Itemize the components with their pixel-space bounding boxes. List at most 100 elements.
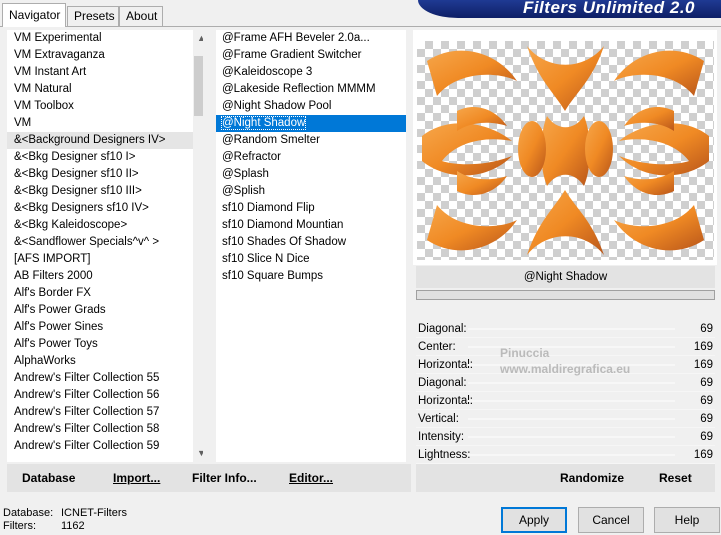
filters-count: 1162 bbox=[61, 520, 85, 532]
parameter-slider[interactable] bbox=[468, 382, 675, 384]
category-item[interactable]: VM Experimental bbox=[7, 30, 203, 47]
filter-item[interactable]: @Night Shadow Pool bbox=[216, 98, 406, 115]
parameter-slider[interactable] bbox=[468, 328, 675, 330]
filter-item-label: @Splish bbox=[222, 185, 265, 197]
category-list[interactable]: VM Experimental VM Extravaganza VM Instant… bbox=[7, 30, 203, 462]
filter-item-label: @Frame AFH Beveler 2.0a... bbox=[222, 32, 370, 44]
category-item[interactable]: Andrew's Filter Collection 58 bbox=[7, 421, 203, 438]
parameter-value: 69 bbox=[700, 413, 713, 425]
filter-item[interactable]: @Kaleidoscope 3 bbox=[216, 64, 406, 81]
parameter-slider[interactable] bbox=[468, 436, 675, 438]
import-button[interactable]: Import... bbox=[113, 464, 160, 492]
category-item[interactable]: [AFS IMPORT] bbox=[7, 251, 203, 268]
parameter-name: Lightness: bbox=[418, 449, 471, 461]
parameter-slider[interactable] bbox=[468, 346, 675, 348]
parameter-value: 169 bbox=[693, 449, 713, 461]
parameter-panel: Diagonal: 69 Center: 169 Horizontal: 169 Diago… bbox=[416, 320, 715, 464]
filter-item[interactable]: @Splash bbox=[216, 166, 406, 183]
filter-info-button[interactable]: Filter Info... bbox=[192, 464, 257, 492]
category-item[interactable]: &<Bkg Designers sf10 IV> bbox=[7, 200, 203, 217]
category-item[interactable]: VM Natural bbox=[7, 81, 203, 98]
cancel-button[interactable]: Cancel bbox=[578, 507, 644, 533]
category-item[interactable]: VM Toolbox bbox=[7, 98, 203, 115]
filter-item[interactable]: @Random Smelter bbox=[216, 132, 406, 149]
filter-item[interactable]: @Frame Gradient Switcher bbox=[216, 47, 406, 64]
filter-item[interactable]: @Lakeside Reflection MMMM bbox=[216, 81, 406, 98]
parameter-row[interactable]: Diagonal: 69 bbox=[416, 320, 715, 338]
category-item[interactable]: AlphaWorks bbox=[7, 353, 203, 370]
category-item[interactable]: &<Sandflower Specials^v^ > bbox=[7, 234, 203, 251]
help-button[interactable]: Help bbox=[654, 507, 720, 533]
filter-item-label: @Random Smelter bbox=[222, 134, 320, 146]
filter-item-label: @Refractor bbox=[222, 151, 281, 163]
category-item[interactable]: &<Bkg Designer sf10 II> bbox=[7, 166, 203, 183]
parameter-name: Horizontal: bbox=[418, 395, 473, 407]
parameter-row[interactable]: Center: 169 bbox=[416, 338, 715, 356]
filter-item[interactable]: @Splish bbox=[216, 183, 406, 200]
parameter-value: 69 bbox=[700, 395, 713, 407]
parameter-value: 169 bbox=[693, 341, 713, 353]
category-item[interactable]: Alf's Power Sines bbox=[7, 319, 203, 336]
scroll-down-icon[interactable]: ▼ bbox=[193, 445, 203, 462]
category-item[interactable]: &<Background Designers IV> bbox=[7, 132, 203, 149]
parameter-row[interactable]: Horizontal: 69 bbox=[416, 392, 715, 410]
category-scrollbar[interactable]: ▲ ▼ bbox=[193, 30, 203, 462]
parameter-slider[interactable] bbox=[468, 400, 675, 402]
filter-item[interactable]: sf10 Shades Of Shadow bbox=[216, 234, 406, 251]
category-item[interactable]: AB Filters 2000 bbox=[7, 268, 203, 285]
category-item[interactable]: &<Bkg Designer sf10 I> bbox=[7, 149, 203, 166]
category-item[interactable]: VM Extravaganza bbox=[7, 47, 203, 64]
filter-item-label: @Night Shadow Pool bbox=[222, 100, 332, 112]
parameter-row[interactable]: Lightness: 169 bbox=[416, 446, 715, 464]
category-item[interactable]: &<Bkg Designer sf10 III> bbox=[7, 183, 203, 200]
parameter-slider[interactable] bbox=[468, 454, 675, 456]
filter-item[interactable]: sf10 Diamond Mountian bbox=[216, 217, 406, 234]
parameter-value: 69 bbox=[700, 431, 713, 443]
parameter-name: Horizontal: bbox=[418, 359, 473, 371]
filter-item[interactable]: sf10 Slice N Dice bbox=[216, 251, 406, 268]
filter-item[interactable]: @Refractor bbox=[216, 149, 406, 166]
tab-navigator[interactable]: Navigator bbox=[2, 3, 66, 27]
parameter-value: 69 bbox=[700, 377, 713, 389]
filter-list[interactable]: @Frame AFH Beveler 2.0a... @Frame Gradien… bbox=[216, 30, 406, 462]
filter-item[interactable]: @Night Shadow bbox=[216, 115, 406, 132]
scroll-thumb[interactable] bbox=[194, 56, 203, 116]
parameter-name: Diagonal: bbox=[418, 323, 467, 335]
category-item[interactable]: Alf's Power Grads bbox=[7, 302, 203, 319]
parameter-name: Vertical: bbox=[418, 413, 459, 425]
parameter-value: 169 bbox=[693, 359, 713, 371]
right-button-bar: Randomize Reset bbox=[416, 464, 715, 492]
apply-button[interactable]: Apply bbox=[501, 507, 567, 533]
database-value: ICNET-Filters bbox=[61, 507, 127, 519]
category-item[interactable]: Alf's Border FX bbox=[7, 285, 203, 302]
editor-button[interactable]: Editor... bbox=[289, 464, 333, 492]
parameter-row[interactable]: Diagonal: 69 bbox=[416, 374, 715, 392]
parameter-row[interactable]: Intensity: 69 bbox=[416, 428, 715, 446]
category-item[interactable]: Alf's Power Toys bbox=[7, 336, 203, 353]
database-button[interactable]: Database bbox=[22, 464, 75, 492]
category-item[interactable]: VM bbox=[7, 115, 203, 132]
category-item[interactable]: VM Instant Art bbox=[7, 64, 203, 81]
filter-item-label: sf10 Shades Of Shadow bbox=[222, 236, 347, 248]
parameter-row[interactable]: Vertical: 69 bbox=[416, 410, 715, 428]
ornament-icon bbox=[422, 46, 709, 255]
parameter-slider[interactable] bbox=[468, 364, 675, 366]
category-item[interactable]: Andrew's Filter Collection 55 bbox=[7, 370, 203, 387]
category-item[interactable]: &<Bkg Kaleidoscope> bbox=[7, 217, 203, 234]
filter-item-label: sf10 Square Bumps bbox=[222, 270, 324, 282]
parameter-name: Diagonal: bbox=[418, 377, 467, 389]
filter-item[interactable]: @Frame AFH Beveler 2.0a... bbox=[216, 30, 406, 47]
tab-about[interactable]: About bbox=[119, 6, 163, 26]
category-item[interactable]: Andrew's Filter Collection 56 bbox=[7, 387, 203, 404]
scroll-up-icon[interactable]: ▲ bbox=[193, 30, 203, 47]
selected-filter-title: @Night Shadow bbox=[416, 266, 715, 288]
parameter-slider[interactable] bbox=[468, 418, 675, 420]
randomize-button[interactable]: Randomize bbox=[560, 464, 624, 492]
filter-item[interactable]: sf10 Square Bumps bbox=[216, 268, 406, 285]
category-item[interactable]: Andrew's Filter Collection 57 bbox=[7, 404, 203, 421]
tab-presets[interactable]: Presets bbox=[67, 6, 119, 26]
parameter-row[interactable]: Horizontal: 169 bbox=[416, 356, 715, 374]
category-item[interactable]: Andrew's Filter Collection 59 bbox=[7, 438, 203, 455]
filter-item[interactable]: sf10 Diamond Flip bbox=[216, 200, 406, 217]
reset-button[interactable]: Reset bbox=[659, 464, 692, 492]
